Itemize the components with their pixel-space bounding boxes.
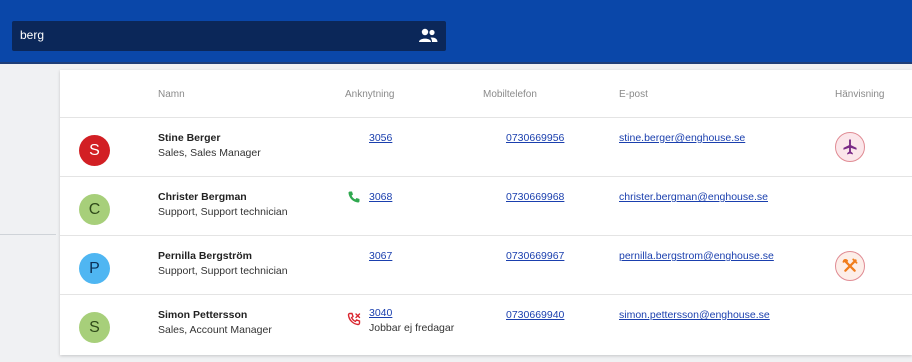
search-query: berg: [20, 28, 45, 42]
extension-link[interactable]: 3056: [369, 132, 392, 144]
extension-note: Jobbar ej fredagar: [369, 322, 455, 334]
contact-department: Support, Support technician: [158, 265, 288, 277]
column-header-name[interactable]: Namn: [158, 89, 185, 100]
column-header-referral[interactable]: Hänvisning: [835, 89, 884, 100]
avatar: S: [79, 312, 110, 343]
avatar: C: [79, 194, 110, 225]
mobile-link[interactable]: 0730669956: [506, 132, 564, 144]
contact-name: Christer Bergman: [158, 191, 247, 203]
mobile-link[interactable]: 0730669967: [506, 250, 564, 262]
left-divider: [0, 234, 56, 235]
people-icon[interactable]: [418, 27, 438, 45]
airplane-icon: [843, 139, 857, 155]
contact-department: Sales, Sales Manager: [158, 147, 261, 159]
contacts-table: Namn Anknytning Mobiltelefon E-post Hänv…: [60, 70, 912, 355]
extension-link[interactable]: 3067: [369, 250, 392, 262]
mobile-link[interactable]: 0730669940: [506, 309, 564, 321]
contact-department: Sales, Account Manager: [158, 324, 272, 336]
email-link[interactable]: christer.bergman@enghouse.se: [619, 191, 768, 203]
email-link[interactable]: simon.pettersson@enghouse.se: [619, 309, 770, 321]
column-header-email[interactable]: E-post: [619, 89, 648, 100]
contact-department: Support, Support technician: [158, 206, 288, 218]
contact-name: Simon Pettersson: [158, 309, 248, 321]
table-row[interactable]: S Stine Berger Sales, Sales Manager 3056…: [60, 117, 912, 176]
column-header-extension[interactable]: Anknytning: [345, 89, 394, 100]
referral-badge[interactable]: [835, 251, 865, 281]
topbar-divider: [0, 62, 912, 64]
left-panel: [0, 64, 60, 362]
extension-link[interactable]: 3040: [369, 307, 392, 319]
email-link[interactable]: stine.berger@enghouse.se: [619, 132, 745, 144]
top-bar: berg: [0, 0, 912, 62]
table-row[interactable]: C Christer Bergman Support, Support tech…: [60, 176, 912, 235]
contact-name: Pernilla Bergström: [158, 250, 252, 262]
table-row[interactable]: P Pernilla Bergström Support, Support te…: [60, 235, 912, 294]
referral-badge[interactable]: [835, 132, 865, 162]
mobile-link[interactable]: 0730669968: [506, 191, 564, 203]
contact-name: Stine Berger: [158, 132, 221, 144]
phone-icon: [348, 191, 360, 203]
table-row[interactable]: S Simon Pettersson Sales, Account Manage…: [60, 294, 912, 353]
search-input[interactable]: berg: [12, 21, 446, 51]
phone-off-icon: [347, 312, 361, 326]
column-header-mobile[interactable]: Mobiltelefon: [483, 89, 537, 100]
avatar: P: [79, 253, 110, 284]
extension-link[interactable]: 3068: [369, 191, 392, 203]
email-link[interactable]: pernilla.bergstrom@enghouse.se: [619, 250, 774, 262]
avatar: S: [79, 135, 110, 166]
lunch-icon: [842, 258, 858, 272]
